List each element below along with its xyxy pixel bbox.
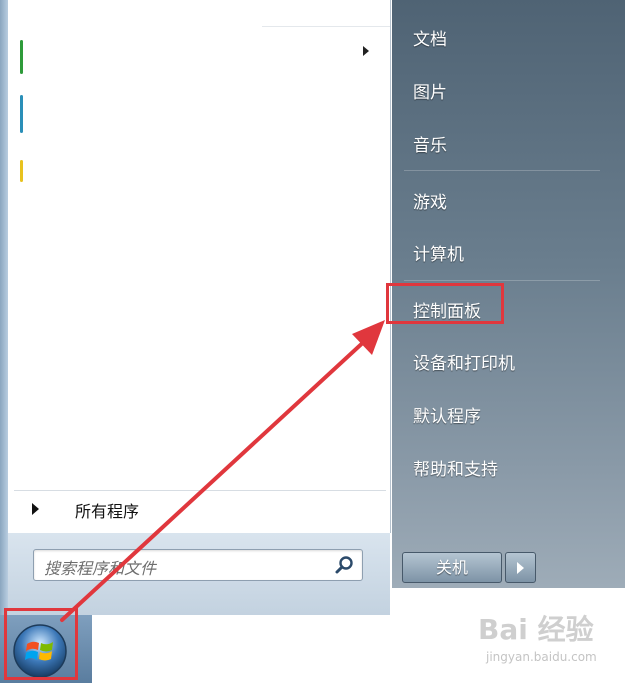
submenu-arrow-icon[interactable]	[363, 46, 369, 56]
program-item-yellow[interactable]	[20, 160, 23, 182]
menu-separator	[404, 280, 600, 281]
all-programs-divider	[14, 490, 386, 491]
menu-item-games[interactable]: 游戏	[413, 188, 447, 213]
menu-item-music[interactable]: 音乐	[413, 131, 447, 156]
menu-item-computer[interactable]: 计算机	[413, 240, 464, 265]
menu-item-help-support[interactable]: 帮助和支持	[413, 455, 498, 480]
start-menu-left-edge	[0, 0, 8, 615]
menu-item-documents[interactable]: 文档	[413, 25, 447, 50]
baidu-jingyan-watermark: Bai 经验 jingyan.baidu.com	[478, 608, 603, 672]
expand-arrow-icon	[32, 503, 39, 515]
watermark-url: jingyan.baidu.com	[486, 650, 597, 664]
shutdown-options-button[interactable]	[505, 552, 536, 583]
program-item-teal[interactable]	[20, 95, 23, 133]
control-panel-highlight-box	[386, 283, 504, 324]
menu-separator	[404, 170, 600, 171]
shutdown-button[interactable]: 关机	[402, 552, 502, 583]
search-icon[interactable]	[334, 555, 354, 575]
shutdown-options-arrow-icon	[517, 562, 524, 574]
menu-item-default-programs[interactable]: 默认程序	[413, 402, 481, 427]
all-programs-label: 所有程序	[75, 502, 140, 521]
places-panel: 文档 图片 音乐 游戏 计算机 控制面板 设备和打印机 默认程序 帮助和支持 关…	[386, 0, 625, 588]
search-placeholder: 搜索程序和文件	[44, 559, 157, 578]
programs-panel: 所有程序	[8, 0, 391, 533]
search-input[interactable]: 搜索程序和文件	[33, 549, 363, 581]
start-button-highlight-box	[4, 608, 78, 680]
program-item-green[interactable]	[20, 40, 23, 74]
all-programs-item[interactable]: 所有程序	[32, 495, 212, 525]
menu-item-devices-printers[interactable]: 设备和打印机	[413, 349, 515, 374]
search-area: 搜索程序和文件	[8, 533, 390, 615]
watermark-logo: Bai 经验	[478, 613, 594, 646]
menu-item-pictures[interactable]: 图片	[413, 78, 447, 103]
pinned-divider	[262, 26, 390, 27]
